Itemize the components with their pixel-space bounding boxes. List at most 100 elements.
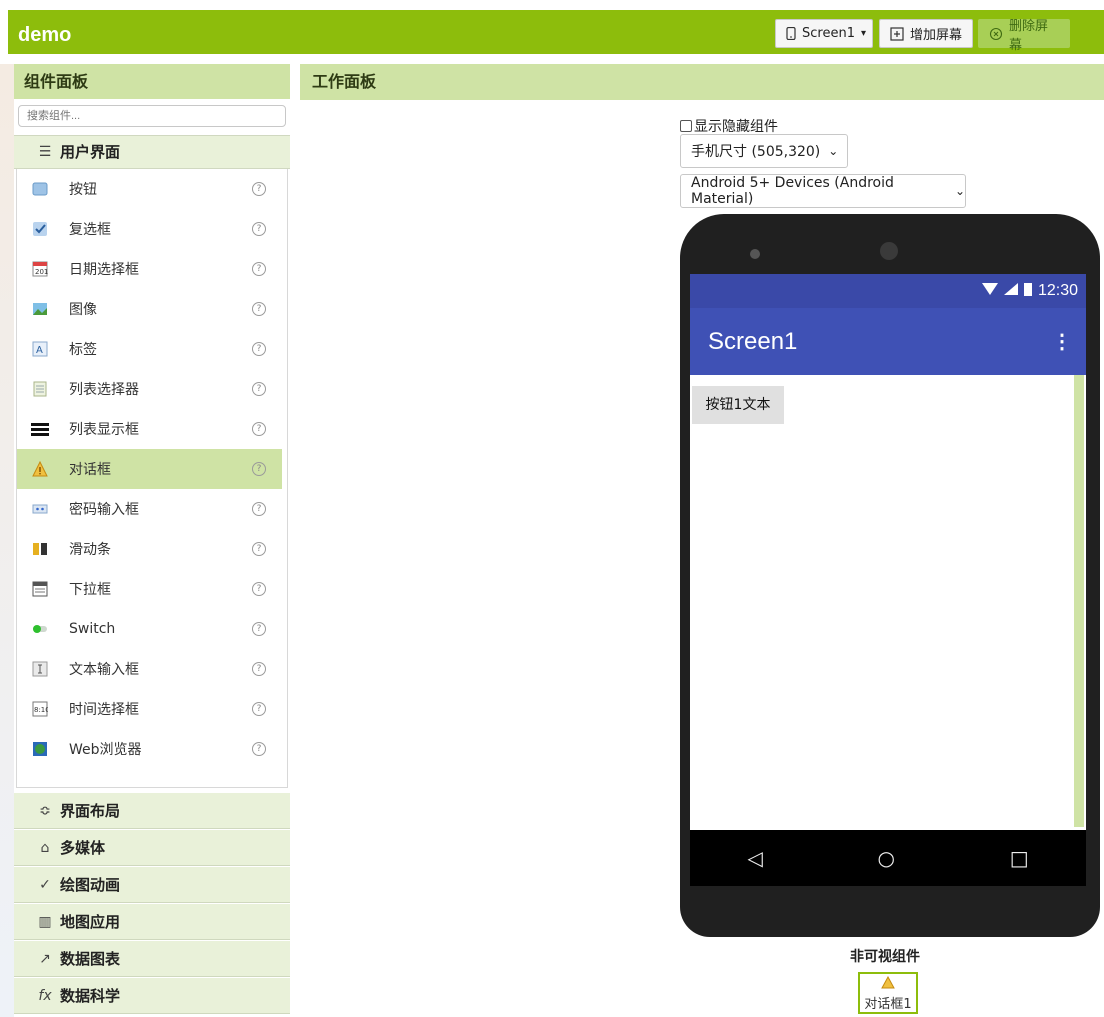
workspace-title: 工作面板 — [300, 64, 1104, 100]
show-hidden-checkbox[interactable] — [680, 120, 692, 132]
help-icon[interactable]: ? — [252, 382, 266, 396]
list-view-icon — [31, 420, 49, 438]
category-label: 地图应用 — [60, 912, 121, 931]
category-label: 数据图表 — [60, 949, 121, 968]
screen-selector-label: Screen1 — [802, 26, 855, 41]
help-icon[interactable]: ? — [252, 542, 266, 556]
palette-item-label: 滑动条 — [69, 542, 111, 558]
svg-text:A: A — [36, 345, 43, 356]
palette-item-web-viewer[interactable]: Web浏览器 ? — [17, 729, 287, 769]
phone-preview: 12:30 Screen1 ⋮ 按钮1文本 ◁ ○ □ — [680, 214, 1100, 937]
palette-item-list-picker[interactable]: 列表选择器 ? — [17, 369, 287, 409]
home-icon: ○ — [877, 846, 895, 870]
palette-item-time-picker[interactable]: 8:10 时间选择框 ? — [17, 689, 287, 729]
palette-item-label: 列表选择器 — [69, 382, 139, 398]
palette-item-label: 按钮 — [69, 182, 97, 198]
overflow-menu-icon[interactable]: ⋮ — [1052, 329, 1072, 354]
palette-item-label: 时间选择框 — [69, 702, 139, 718]
palette-item-password-textbox[interactable]: 密码输入框 ? — [17, 489, 287, 529]
category-user-interface[interactable]: ☰ 用户界面 — [14, 135, 290, 169]
calendar-icon: 201 — [31, 260, 49, 278]
time-picker-icon: 8:10 — [31, 700, 49, 718]
help-icon[interactable]: ? — [252, 262, 266, 276]
palette-item-switch[interactable]: Switch ? — [17, 609, 287, 649]
category-charts[interactable]: ↗ 数据图表 — [14, 940, 290, 977]
remove-screen-button[interactable]: 删除屏幕 — [978, 19, 1070, 53]
theme-select[interactable]: Android 5+ Devices (Android Material) ⌄ — [680, 174, 966, 208]
category-media[interactable]: ⌂ 多媒体 — [14, 829, 290, 866]
help-icon[interactable]: ? — [252, 622, 266, 636]
list-picker-icon — [31, 380, 49, 398]
help-icon[interactable]: ? — [252, 662, 266, 676]
screen-title: Screen1 — [708, 327, 798, 355]
show-hidden-label: 显示隐藏组件 — [694, 119, 778, 135]
help-icon[interactable]: ? — [252, 502, 266, 516]
category-label: 绘图动画 — [60, 875, 121, 894]
other-categories: ≎ 界面布局 ⌂ 多媒体 ✓ 绘图动画 ▥ 地图应用 ↗ 数据图表 fx 数据科… — [14, 792, 290, 1014]
phone-sensor — [750, 249, 760, 259]
chevron-down-icon: ⌄ — [828, 144, 839, 158]
palette-item-spinner[interactable]: 下拉框 ? — [17, 569, 287, 609]
category-drawing-animation[interactable]: ✓ 绘图动画 — [14, 866, 290, 903]
nonvisible-component-label: 对话框1 — [864, 997, 912, 1012]
help-icon[interactable]: ? — [252, 302, 266, 316]
palette-item-label: Switch — [69, 621, 116, 637]
help-icon[interactable]: ? — [252, 462, 266, 476]
theme-value: Android 5+ Devices (Android Material) — [691, 175, 894, 207]
help-icon[interactable]: ? — [252, 702, 266, 716]
screen-content: 按钮1文本 — [690, 375, 1086, 827]
nav-bar: ◁ ○ □ — [690, 830, 1086, 886]
palette-item-label: 密码输入框 — [69, 502, 139, 518]
help-icon[interactable]: ? — [252, 582, 266, 596]
palette-item-label: 标签 — [69, 342, 97, 358]
recent-apps-icon: □ — [1009, 846, 1029, 870]
remove-screen-label: 删除屏幕 — [1009, 18, 1049, 53]
warning-icon — [860, 975, 916, 993]
component-list: 按钮 ? 复选框 ? 201 日期选择框 ? 图像 ? A 标签 ? 列表选择器… — [16, 169, 288, 788]
palette-item-label: Web浏览器 — [69, 742, 142, 758]
help-icon[interactable]: ? — [252, 222, 266, 236]
web-viewer-icon — [31, 740, 49, 758]
chevron-down-icon: ▾ — [860, 28, 866, 39]
help-icon[interactable]: ? — [252, 422, 266, 436]
function-icon: fx — [38, 987, 52, 1004]
screen-scrollbar[interactable] — [1074, 375, 1084, 827]
palette-item-slider[interactable]: 滑动条 ? — [17, 529, 287, 569]
add-screen-label: 增加屏幕 — [910, 28, 963, 43]
category-label: 界面布局 — [60, 801, 121, 820]
category-maps[interactable]: ▥ 地图应用 — [14, 903, 290, 940]
palette-item-button[interactable]: 按钮 ? — [17, 169, 287, 209]
help-icon[interactable]: ? — [252, 742, 266, 756]
palette-item-list-view[interactable]: 列表显示框 ? — [17, 409, 287, 449]
component-search-input[interactable] — [18, 105, 286, 127]
add-screen-button[interactable]: 增加屏幕 — [879, 19, 973, 48]
phone-camera — [880, 242, 898, 260]
layout-icon: ≎ — [39, 802, 51, 819]
palette-item-checkbox[interactable]: 复选框 ? — [17, 209, 287, 249]
palette-item-textbox[interactable]: 文本输入框 ? — [17, 649, 287, 689]
palette-item-image[interactable]: 图像 ? — [17, 289, 287, 329]
nonvisible-component-notifier1[interactable]: 对话框1 — [858, 972, 918, 1014]
phone-size-value: 手机尺寸 (505,320) — [691, 144, 821, 160]
palette-item-date-picker[interactable]: 201 日期选择框 ? — [17, 249, 287, 289]
svg-text:201: 201 — [35, 268, 48, 276]
category-layout[interactable]: ≎ 界面布局 — [14, 792, 290, 829]
screen-selector-button[interactable]: Screen1 ▾ — [775, 19, 873, 48]
component-palette: 组件面板 ☰ 用户界面 按钮 ? 复选框 ? 201 日期选择框 ? 图像 ? … — [14, 64, 290, 1017]
status-bar: 12:30 — [690, 274, 1086, 308]
svg-text:8:10: 8:10 — [34, 706, 48, 714]
preview-button-1[interactable]: 按钮1文本 — [692, 386, 784, 424]
help-icon[interactable]: ? — [252, 342, 266, 356]
palette-item-notifier[interactable]: 对话框 ? — [17, 449, 282, 489]
help-icon[interactable]: ? — [252, 182, 266, 196]
phone-size-select[interactable]: 手机尺寸 (505,320) ⌄ — [680, 134, 848, 168]
status-time: 12:30 — [1037, 282, 1078, 299]
spinner-icon — [31, 580, 49, 598]
category-data-science[interactable]: fx 数据科学 — [14, 977, 290, 1014]
category-label: 数据科学 — [60, 986, 121, 1005]
palette-item-label: 列表显示框 — [69, 422, 139, 438]
palette-item-label: 下拉框 — [69, 582, 111, 598]
show-hidden-toggle[interactable]: 显示隐藏组件 — [680, 116, 778, 136]
palette-item-label[interactable]: A 标签 ? — [17, 329, 287, 369]
battery-icon — [1023, 282, 1032, 301]
